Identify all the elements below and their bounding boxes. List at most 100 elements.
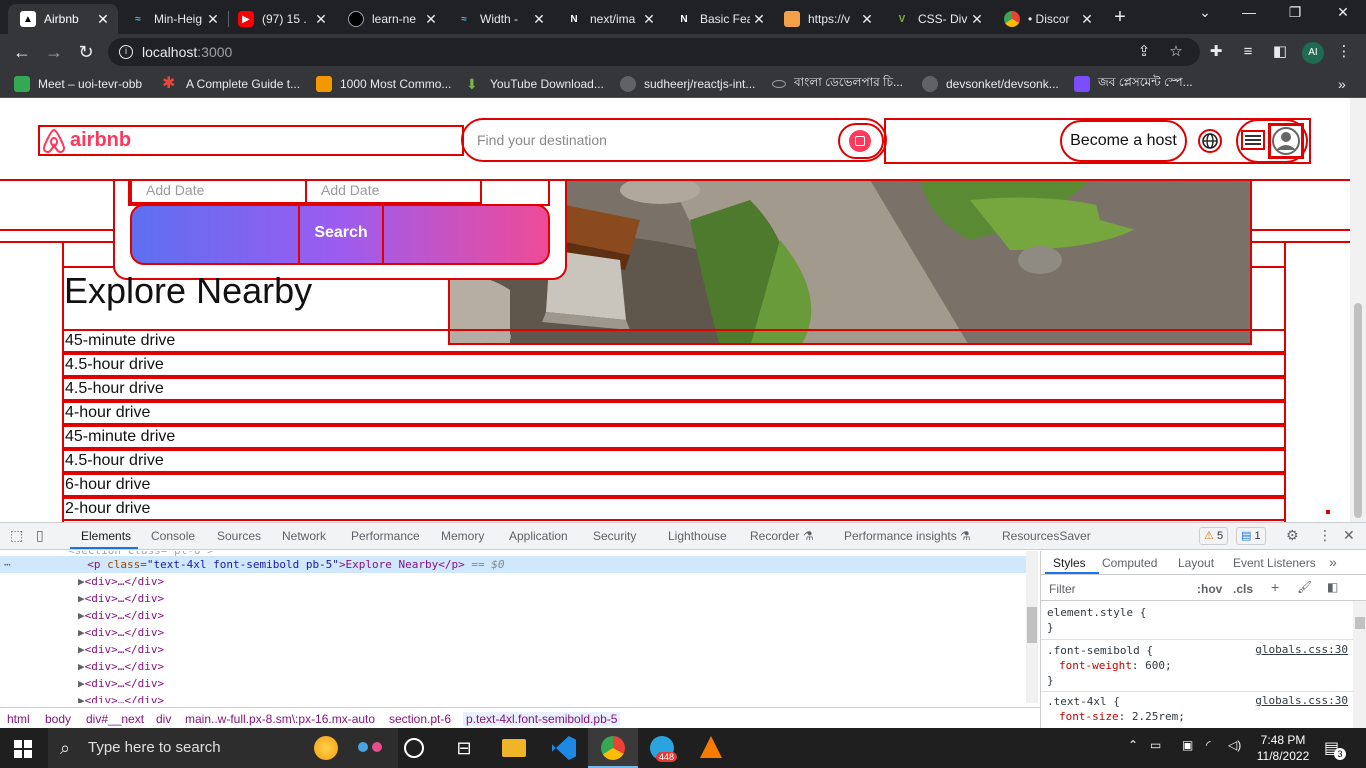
close-window-button[interactable]: ✕ — [1320, 4, 1366, 21]
breadcrumb[interactable]: div#__next — [86, 712, 144, 726]
expand-triangle-icon[interactable]: ▶ — [78, 677, 85, 690]
list-item[interactable]: 2-hour drive — [62, 497, 1286, 521]
bookmarks-overflow-chevron-icon[interactable]: » — [1338, 75, 1346, 93]
tab-css-div[interactable]: V CSS- Div ✕ — [882, 4, 992, 34]
list-item[interactable]: 4.5-hour drive — [62, 353, 1286, 377]
tab-next-image[interactable]: N next/ima ✕ — [554, 4, 664, 34]
warnings-badge[interactable]: ⚠ 5 — [1199, 527, 1229, 545]
bookmark-star-icon[interactable]: ☆ — [1166, 42, 1186, 62]
check-in-date-input[interactable]: Add Date — [130, 178, 307, 204]
scrollbar-thumb[interactable] — [1027, 607, 1037, 643]
tab-youtube[interactable]: ▶ (97) 15 . ✕ — [226, 4, 336, 34]
airbnb-logo[interactable]: airbnb — [38, 125, 464, 156]
tab-layout[interactable]: Layout — [1178, 556, 1214, 570]
sidebar-toggle-icon[interactable]: ◧ — [1327, 580, 1338, 594]
tab-security[interactable]: Security — [593, 529, 636, 543]
close-icon[interactable]: ✕ — [94, 11, 112, 28]
bookmark-meet[interactable]: Meet – uoi-tevr-obb — [14, 75, 142, 93]
restore-button[interactable]: ❐ — [1272, 4, 1318, 21]
extensions-puzzle-icon[interactable]: ✚ — [1206, 42, 1226, 62]
cls-toggle[interactable]: .cls — [1233, 582, 1253, 596]
list-item[interactable]: 6-hour drive — [62, 473, 1286, 497]
expand-triangle-icon[interactable]: ▶ — [78, 643, 85, 656]
list-item[interactable]: 45-minute drive — [62, 425, 1286, 449]
kebab-menu-icon[interactable]: ⋮ — [1318, 527, 1332, 544]
close-icon[interactable]: ✕ — [422, 11, 440, 28]
close-icon[interactable]: ✕ — [1078, 11, 1096, 28]
more-tabs-chevron-icon[interactable]: » — [1329, 554, 1337, 570]
forward-arrow-icon[interactable]: → — [42, 40, 66, 64]
tab-width[interactable]: ≈ Width - ✕ — [444, 4, 554, 34]
cortana-circle-icon[interactable] — [404, 738, 424, 758]
rule-source-link[interactable]: globals.css:30 — [1255, 694, 1348, 707]
destination-search-input[interactable]: Find your destination — [461, 118, 887, 162]
breadcrumb[interactable]: main..w-full.px-8.sm\:px-16.mx-auto — [185, 712, 375, 726]
taskbar-clock[interactable]: 7:48 PM 11/8/2022 — [1254, 732, 1312, 764]
breadcrumb[interactable]: body — [45, 712, 71, 726]
dom-node-selected[interactable]: ⋯ <p class="text-4xl font-semibold pb-5"… — [0, 556, 1026, 573]
list-item[interactable]: 45-minute drive — [62, 329, 1286, 353]
bookmark-youtube-downloader[interactable]: ⬇ YouTube Download... — [466, 75, 604, 93]
expand-triangle-icon[interactable]: ▶ — [78, 592, 85, 605]
breadcrumb[interactable]: section.pt-6 — [389, 712, 451, 726]
dom-node[interactable]: ▶<div>…</div> — [0, 675, 1026, 692]
address-bar[interactable]: i localhost:3000 — [108, 38, 1200, 66]
list-item[interactable]: 4-hour drive — [62, 401, 1286, 425]
globe-icon[interactable] — [1198, 129, 1222, 153]
share-icon[interactable]: ⇪ — [1134, 42, 1154, 62]
volume-icon[interactable]: ◁) — [1228, 738, 1241, 752]
expand-triangle-icon[interactable]: ▶ — [78, 609, 85, 622]
inspect-element-icon[interactable]: ⬚ — [10, 527, 23, 544]
tab-styles[interactable]: Styles — [1053, 556, 1086, 570]
close-icon[interactable]: ✕ — [968, 11, 986, 28]
tab-performance-insights[interactable]: Performance insights — [844, 529, 957, 543]
bookmark-job-placement[interactable]: জব প্লেসমেন্ট স্পে... — [1074, 75, 1193, 93]
tab-memory[interactable]: Memory — [441, 529, 484, 543]
styles-scrollbar[interactable] — [1353, 601, 1366, 729]
search-icon-button[interactable] — [838, 123, 884, 159]
dom-node[interactable]: ▶<div>…</div> — [0, 590, 1026, 607]
tab-search-chevron-icon[interactable]: ⌄ — [1182, 4, 1228, 21]
expand-triangle-icon[interactable]: ▶ — [78, 626, 85, 639]
tab-airbnb[interactable]: ▲ Airbnb ✕ — [8, 4, 118, 34]
tab-resources-saver[interactable]: ResourcesSaver — [1002, 529, 1091, 543]
tab-sources[interactable]: Sources — [217, 529, 261, 543]
tab-https[interactable]: https://v ✕ — [772, 4, 882, 34]
bookmark-complete-guide[interactable]: ✱ A Complete Guide t... — [162, 75, 300, 93]
elements-scrollbar[interactable] — [1026, 551, 1038, 703]
scrollbar-thumb[interactable] — [1355, 617, 1365, 629]
tab-learn-next[interactable]: learn-ne ✕ — [336, 4, 446, 34]
gear-icon[interactable]: ⚙ — [1286, 527, 1299, 544]
close-icon[interactable]: ✕ — [858, 11, 876, 28]
wifi-icon[interactable]: ◜ — [1206, 738, 1211, 752]
kebab-menu-icon[interactable]: ⋮ — [1334, 42, 1354, 62]
hamburger-menu-icon[interactable] — [1241, 130, 1265, 150]
scrollbar-thumb[interactable] — [1354, 303, 1362, 518]
tab-console[interactable]: Console — [151, 529, 195, 543]
bookmark-bangla-dev[interactable]: বাংলা ডেভেলপার চি... — [772, 75, 903, 93]
dom-node[interactable]: ▶<div>…</div> — [0, 624, 1026, 641]
user-avatar[interactable] — [1268, 123, 1304, 159]
vlc-icon[interactable] — [700, 736, 722, 758]
tab-network[interactable]: Network — [282, 529, 326, 543]
close-icon[interactable]: ✕ — [750, 11, 768, 28]
hov-toggle[interactable]: :hov — [1197, 582, 1222, 596]
site-info-icon[interactable]: i — [119, 45, 133, 59]
close-icon[interactable]: ✕ — [204, 11, 222, 28]
close-icon[interactable]: ✕ — [640, 11, 658, 28]
tab-min-height[interactable]: ≈ Min-Heig ✕ — [118, 4, 228, 34]
dom-node[interactable]: ▶<div>…</div> — [0, 658, 1026, 675]
tab-recorder[interactable]: Recorder — [750, 529, 799, 543]
list-item[interactable]: 4.5-hour drive — [62, 449, 1286, 473]
dom-node[interactable]: ▶<div>…</div> — [0, 573, 1026, 590]
tab-elements[interactable]: Elements — [81, 529, 131, 543]
tab-performance[interactable]: Performance — [351, 529, 420, 543]
media-queue-icon[interactable]: ≡ — [1238, 42, 1258, 62]
battery-icon[interactable]: ▣ — [1182, 738, 1193, 752]
tab-event-listeners[interactable]: Event Listeners — [1233, 556, 1316, 570]
search-submit-button[interactable]: Search — [130, 204, 550, 265]
breadcrumb-selected[interactable]: p.text-4xl.font-semibold.pb-5 — [463, 712, 621, 726]
bookmark-1000-words[interactable]: 1000 Most Commo... — [316, 75, 451, 93]
dom-node[interactable]: ▶<div>…</div> — [0, 692, 1026, 703]
expand-triangle-icon[interactable]: ▶ — [78, 575, 85, 588]
